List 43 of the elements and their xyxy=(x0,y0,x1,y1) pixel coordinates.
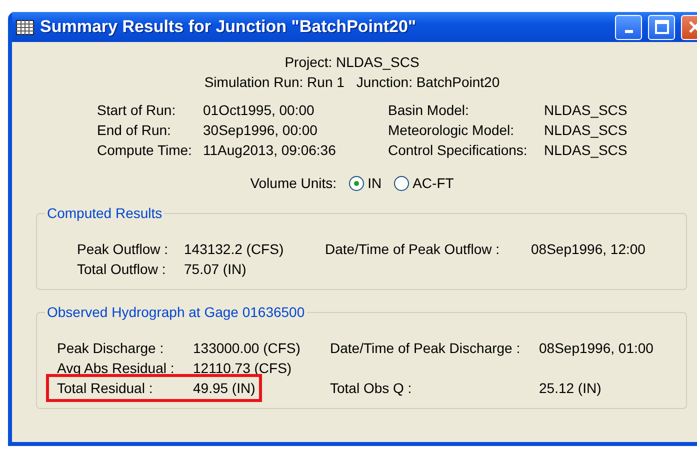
result-value: 12110.73 (CFS) xyxy=(193,359,292,378)
result-value: 143132.2 (CFS) xyxy=(184,240,285,259)
result-label: Total Obs Q : xyxy=(330,379,413,398)
field-label: End of Run: xyxy=(97,121,172,140)
radio-button[interactable] xyxy=(348,176,364,190)
result-value: 75.07 (IN) xyxy=(184,260,248,279)
volume-units-label: Volume Units: xyxy=(250,175,337,191)
result-label: Total Residual : xyxy=(57,379,154,398)
result-label: Date/Time of Peak Outflow : xyxy=(325,240,501,259)
panel-title: Observed Hydrograph at Gage 01636500 xyxy=(46,304,306,320)
result-label: Peak Discharge : xyxy=(57,339,165,358)
project-label: Project: NLDAS_SCS xyxy=(284,53,420,72)
result-value: 49.95 (IN) xyxy=(193,379,256,398)
simulation-run-label: Simulation Run: Run 1 xyxy=(204,73,344,92)
maximize-icon xyxy=(654,20,668,34)
field-value: NLDAS_SCS xyxy=(544,101,628,120)
field-value: NLDAS_SCS xyxy=(544,121,628,140)
field-value: 11Aug2013, 09:06:36 xyxy=(203,141,337,160)
field-label: Compute Time: xyxy=(97,141,193,160)
result-label: Peak Outflow : xyxy=(77,240,170,259)
result-value: 08Sep1996, 12:00 xyxy=(531,240,646,259)
maximize-button[interactable] xyxy=(648,14,675,40)
field-value: 30Sep1996, 00:00 xyxy=(203,121,318,140)
field-label: Meteorologic Model: xyxy=(388,121,516,140)
panel-title: Computed Results xyxy=(46,205,164,221)
result-value: 25.12 (IN) xyxy=(539,379,602,398)
minimize-icon xyxy=(624,30,632,32)
window-title: Summary Results for Junction "BatchPoint20" xyxy=(40,17,418,37)
result-value: 133000.00 (CFS) xyxy=(193,339,300,358)
junction-label: Junction: BatchPoint20 xyxy=(356,73,500,92)
unit-radio-option[interactable]: AC-FT xyxy=(394,175,454,191)
field-label: Start of Run: xyxy=(97,101,177,120)
result-label: Date/Time of Peak Discharge : xyxy=(330,339,522,358)
result-label: Total Outflow : xyxy=(77,260,167,279)
field-label: Basin Model: xyxy=(388,101,470,120)
result-value: 08Sep1996, 01:00 xyxy=(539,339,654,358)
field-value: 01Oct1995, 00:00 xyxy=(203,101,316,120)
unit-radio-option[interactable]: IN xyxy=(348,175,382,191)
minimize-button[interactable] xyxy=(615,14,642,40)
field-value: NLDAS_SCS xyxy=(544,141,628,160)
radio-button[interactable] xyxy=(394,176,409,190)
field-label: Control Specifications: xyxy=(388,141,528,160)
table-icon xyxy=(16,20,34,34)
